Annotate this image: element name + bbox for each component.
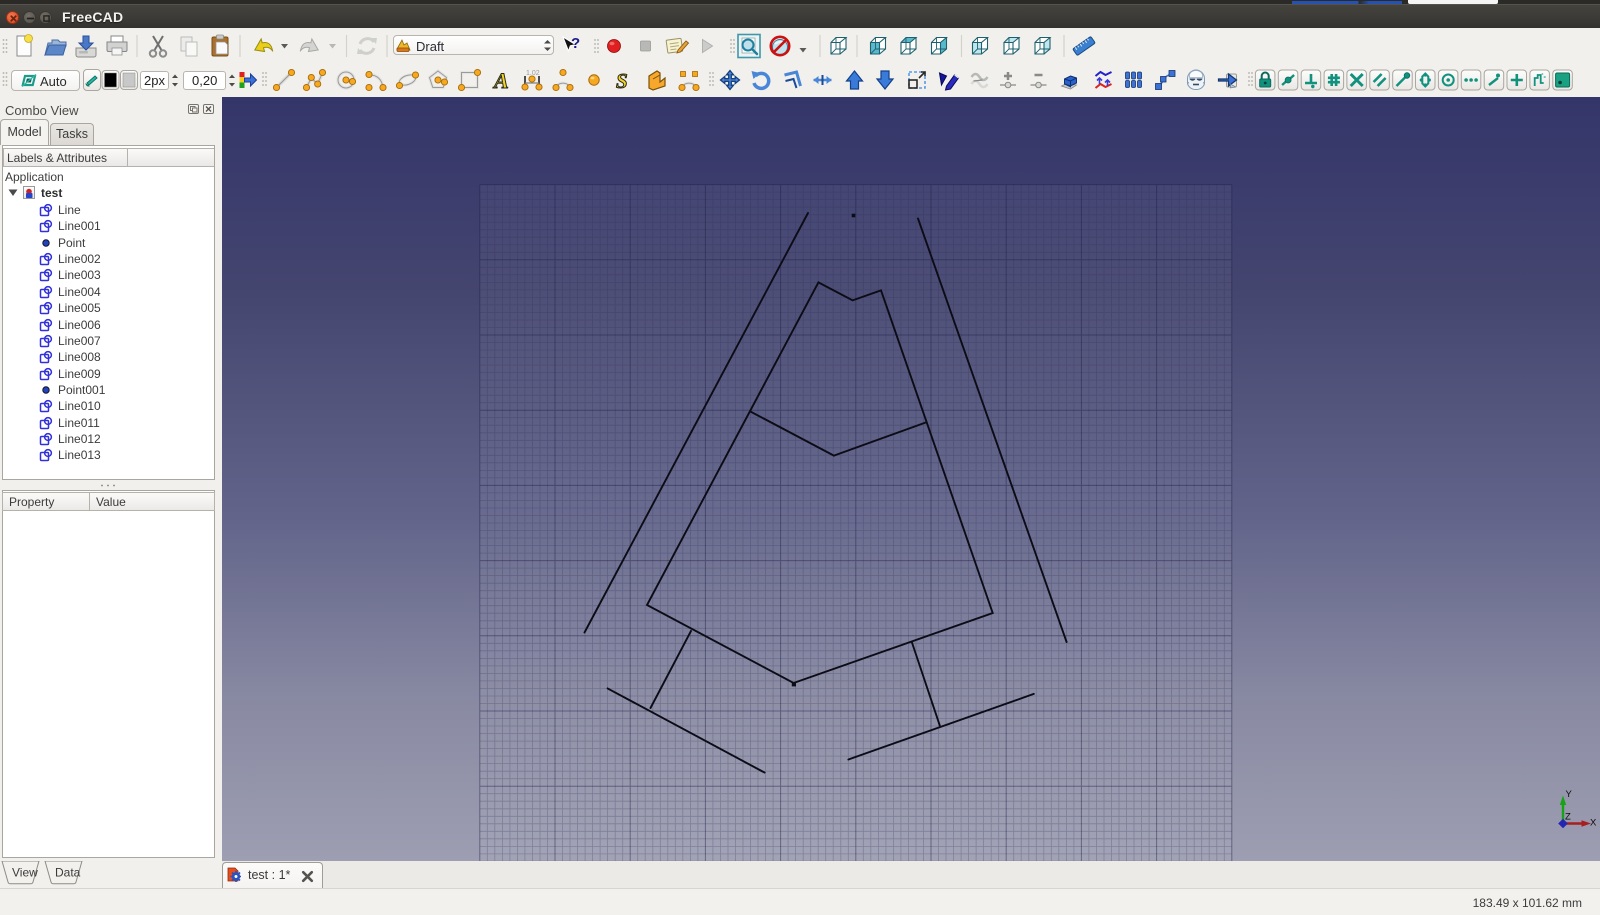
svg-text:S: S xyxy=(616,69,628,93)
svg-text:?: ? xyxy=(571,35,580,52)
svg-text:View: View xyxy=(12,866,38,880)
svg-text:1.02: 1.02 xyxy=(526,70,540,77)
svg-text:Data: Data xyxy=(55,866,81,880)
svg-text:Y: Y xyxy=(1566,789,1573,800)
svg-text:A: A xyxy=(492,68,509,93)
svg-text:X: X xyxy=(1590,818,1597,829)
svg-text:Z: Z xyxy=(1565,812,1571,823)
